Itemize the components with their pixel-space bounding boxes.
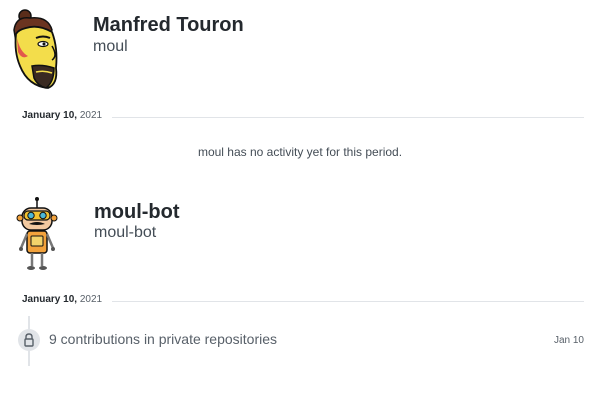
profile-name[interactable]: moul-bot	[94, 201, 180, 224]
date-year: 2021	[79, 110, 103, 121]
empty-activity-message: moul has no activity yet for this period…	[197, 145, 403, 159]
avatar[interactable]	[12, 196, 62, 272]
contribution-badge	[18, 329, 40, 351]
date-day: January 10,	[22, 110, 78, 121]
lock-icon	[24, 333, 34, 347]
profile-login[interactable]: moul	[93, 38, 128, 56]
date-divider	[112, 117, 584, 118]
date-divider	[112, 301, 584, 302]
avatar[interactable]	[8, 8, 64, 90]
profile-moul-bot: moul-bot moul-bot January 10, 2021 9 con…	[0, 190, 600, 390]
date-label: January 10, 2021	[22, 294, 102, 305]
contribution-date: Jan 10	[553, 335, 584, 346]
profile-manfred: Manfred Touron moul January 10, 2021 mou…	[0, 0, 600, 170]
date-year: 2021	[79, 294, 103, 305]
date-day: January 10,	[22, 294, 78, 305]
date-heading: January 10, 2021	[22, 110, 584, 124]
date-heading: January 10, 2021	[22, 294, 584, 308]
date-label: January 10, 2021	[22, 110, 102, 121]
contribution-summary-link[interactable]: 9 contributions in private repositories	[49, 331, 277, 347]
profile-name[interactable]: Manfred Touron	[93, 14, 244, 37]
profile-login[interactable]: moul-bot	[94, 224, 156, 242]
